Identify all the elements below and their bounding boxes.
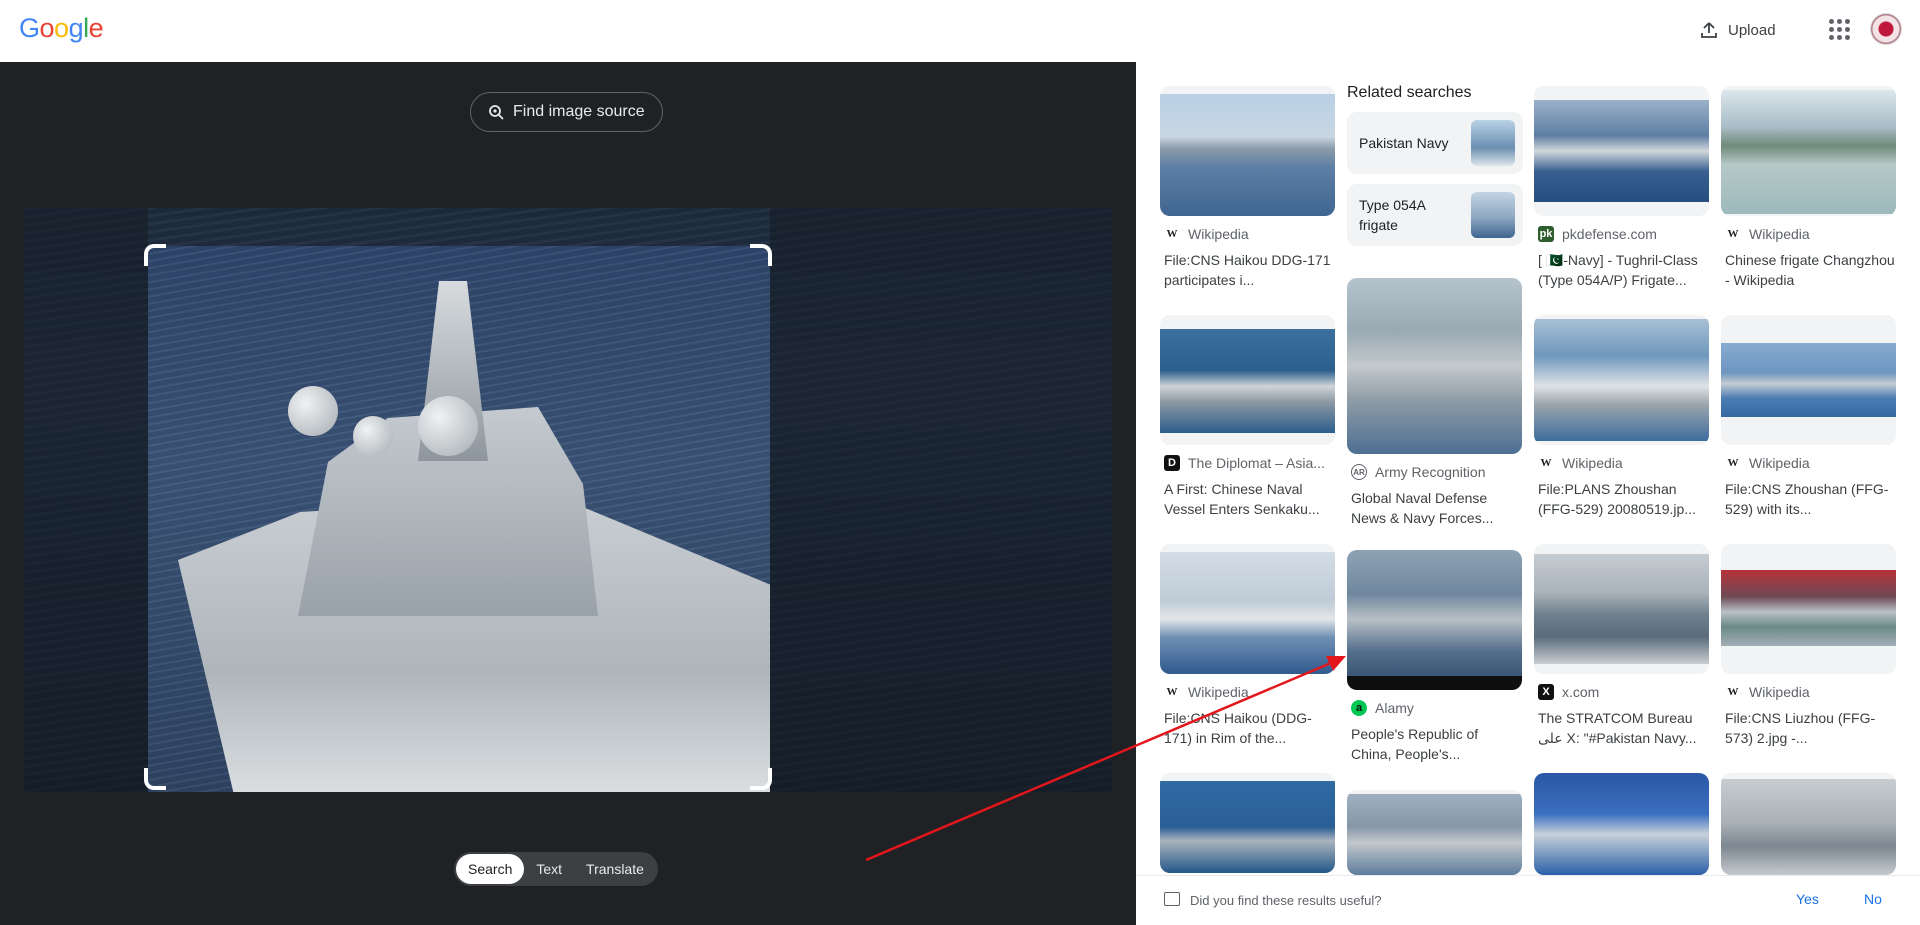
related-search-label: Type 054A frigate (1359, 197, 1426, 233)
mode-tabs: Search Text Translate (454, 852, 658, 886)
tab-translate[interactable]: Translate (574, 854, 656, 884)
result-card[interactable]: AR Army Recognition Global Naval Defense … (1347, 278, 1522, 528)
result-card[interactable]: W Wikipedia File:CNS Zhoushan (FFG-529) w… (1721, 315, 1896, 519)
result-thumbnail[interactable] (1534, 86, 1709, 216)
wikipedia-icon: W (1727, 686, 1739, 698)
wikipedia-icon: W (1727, 457, 1739, 469)
result-source: Wikipedia (1188, 684, 1249, 700)
result-card[interactable]: W Wikipedia Chinese frigate Changzhou - W… (1721, 86, 1896, 290)
result-card[interactable]: pk pkdefense.com [ 🇵🇰-Navy] - Tughril-Cla… (1534, 86, 1709, 290)
result-source: Wikipedia (1749, 455, 1810, 471)
result-thumbnail[interactable] (1534, 544, 1709, 674)
result-card[interactable] (1160, 773, 1335, 873)
feedback-question: Did you find these results useful? (1190, 893, 1382, 908)
result-thumbnail[interactable] (1160, 544, 1335, 674)
the-diplomat-icon: D (1164, 455, 1180, 471)
crop-handle-bottom-left[interactable] (144, 768, 166, 790)
google-logo[interactable]: Google (19, 13, 104, 44)
result-card[interactable]: W Wikipedia File:CNS Haikou (DDG-171) in … (1160, 544, 1335, 748)
crop-handle-bottom-right[interactable] (750, 768, 772, 790)
radar-dome (418, 396, 478, 456)
result-thumbnail[interactable] (1347, 278, 1522, 454)
alamy-icon: a (1351, 700, 1367, 716)
result-title[interactable]: File:CNS Haikou DDG-171 participates i..… (1164, 250, 1334, 290)
result-source: x.com (1562, 684, 1600, 700)
upload-icon (1701, 22, 1717, 38)
crop-handle-top-right[interactable] (750, 244, 772, 266)
result-source: The Diplomat – Asia... (1188, 455, 1325, 471)
result-title[interactable]: People's Republic of China, People's... (1351, 724, 1521, 764)
result-thumbnail[interactable] (1721, 544, 1896, 674)
result-thumbnail[interactable] (1347, 790, 1522, 875)
selected-crop-region[interactable] (148, 246, 770, 792)
result-title[interactable]: [ 🇵🇰-Navy] - Tughril-Class (Type 054A/P)… (1538, 250, 1708, 290)
result-card[interactable]: D The Diplomat – Asia... A First: Chinese… (1160, 315, 1335, 519)
radar-dome (353, 416, 393, 456)
result-card[interactable]: a Alamy People's Republic of China, Peopl… (1347, 550, 1522, 764)
result-card[interactable]: W Wikipedia File:CNS Liuzhou (FFG-573) 2.… (1721, 544, 1896, 748)
result-thumbnail[interactable] (1160, 315, 1335, 445)
x-icon: X (1538, 684, 1554, 700)
tab-search[interactable]: Search (456, 854, 525, 884)
result-card[interactable] (1534, 773, 1709, 875)
wikipedia-icon: W (1727, 228, 1739, 240)
result-source: Alamy (1375, 700, 1414, 716)
result-card[interactable] (1347, 790, 1522, 875)
result-title[interactable]: File:CNS Liuzhou (FFG-573) 2.jpg -... (1725, 708, 1895, 748)
result-thumbnail[interactable] (1721, 86, 1896, 216)
result-source: Wikipedia (1749, 226, 1810, 242)
crop-handle-top-left[interactable] (144, 244, 166, 266)
result-title[interactable]: File:PLANS Zhoushan (FFG-529) 20080519.j… (1538, 479, 1708, 519)
google-apps-icon[interactable] (1824, 14, 1854, 44)
pkdefense-icon: pk (1538, 226, 1554, 242)
related-searches: Related searches Pakistan Navy Type 054A… (1347, 84, 1523, 246)
top-bar: Google Upload (0, 0, 1920, 62)
image-viewer-pane: Find image source Search Text Translate (0, 62, 1136, 925)
upload-label: Upload (1728, 21, 1776, 39)
related-search-pakistan-navy[interactable]: Pakistan Navy (1347, 112, 1523, 174)
result-thumbnail[interactable] (1534, 315, 1709, 445)
upload-button[interactable]: Upload (1686, 12, 1790, 48)
query-image (24, 208, 1112, 792)
account-avatar[interactable] (1870, 13, 1902, 45)
lens-search-icon (489, 105, 504, 120)
find-image-source-label: Find image source (513, 103, 645, 120)
feedback-icon (1164, 892, 1180, 906)
result-source: Wikipedia (1188, 226, 1249, 242)
result-title[interactable]: File:CNS Haikou (DDG-171) in Rim of the.… (1164, 708, 1334, 748)
result-source: Army Recognition (1375, 464, 1486, 480)
result-card[interactable]: Xx.com The STRATCOM Bureau علی X: "#Paki… (1534, 544, 1709, 748)
result-card[interactable] (1721, 773, 1896, 875)
result-thumbnail[interactable] (1347, 550, 1522, 690)
related-searches-heading: Related searches (1347, 84, 1472, 101)
result-thumbnail[interactable] (1721, 773, 1896, 875)
result-thumbnail[interactable] (1721, 315, 1896, 445)
related-search-label: Pakistan Navy (1359, 135, 1449, 151)
army-recognition-icon: AR (1351, 464, 1367, 480)
result-source: pkdefense.com (1562, 226, 1657, 242)
result-thumbnail[interactable] (1534, 773, 1709, 875)
wikipedia-icon: W (1166, 686, 1178, 698)
result-thumbnail[interactable] (1160, 773, 1335, 873)
find-image-source-button[interactable]: Find image source (470, 92, 663, 132)
result-thumbnail[interactable] (1160, 86, 1335, 216)
wikipedia-icon: W (1540, 457, 1552, 469)
result-title[interactable]: A First: Chinese Naval Vessel Enters Sen… (1164, 479, 1334, 519)
result-source: Wikipedia (1562, 455, 1623, 471)
related-search-type-054a-frigate[interactable]: Type 054A frigate (1347, 184, 1523, 246)
result-title[interactable]: Global Naval Defense News & Navy Forces.… (1351, 488, 1521, 528)
wikipedia-icon: W (1166, 228, 1178, 240)
result-card[interactable]: W Wikipedia File:CNS Haikou DDG-171 parti… (1160, 86, 1335, 290)
radar-dome (288, 386, 338, 436)
result-title[interactable]: The STRATCOM Bureau علی X: "#Pakistan Na… (1538, 708, 1708, 748)
related-search-thumbnail (1471, 192, 1515, 238)
related-search-thumbnail (1471, 120, 1515, 166)
tab-text[interactable]: Text (524, 854, 574, 884)
result-card[interactable]: W Wikipedia File:PLANS Zhoushan (FFG-529)… (1534, 315, 1709, 519)
result-title[interactable]: File:CNS Zhoushan (FFG-529) with its... (1725, 479, 1895, 519)
result-source: Wikipedia (1749, 684, 1810, 700)
result-title[interactable]: Chinese frigate Changzhou - Wikipedia (1725, 250, 1895, 290)
feedback-yes-button[interactable]: Yes (1796, 891, 1819, 907)
feedback-no-button[interactable]: No (1864, 891, 1882, 907)
